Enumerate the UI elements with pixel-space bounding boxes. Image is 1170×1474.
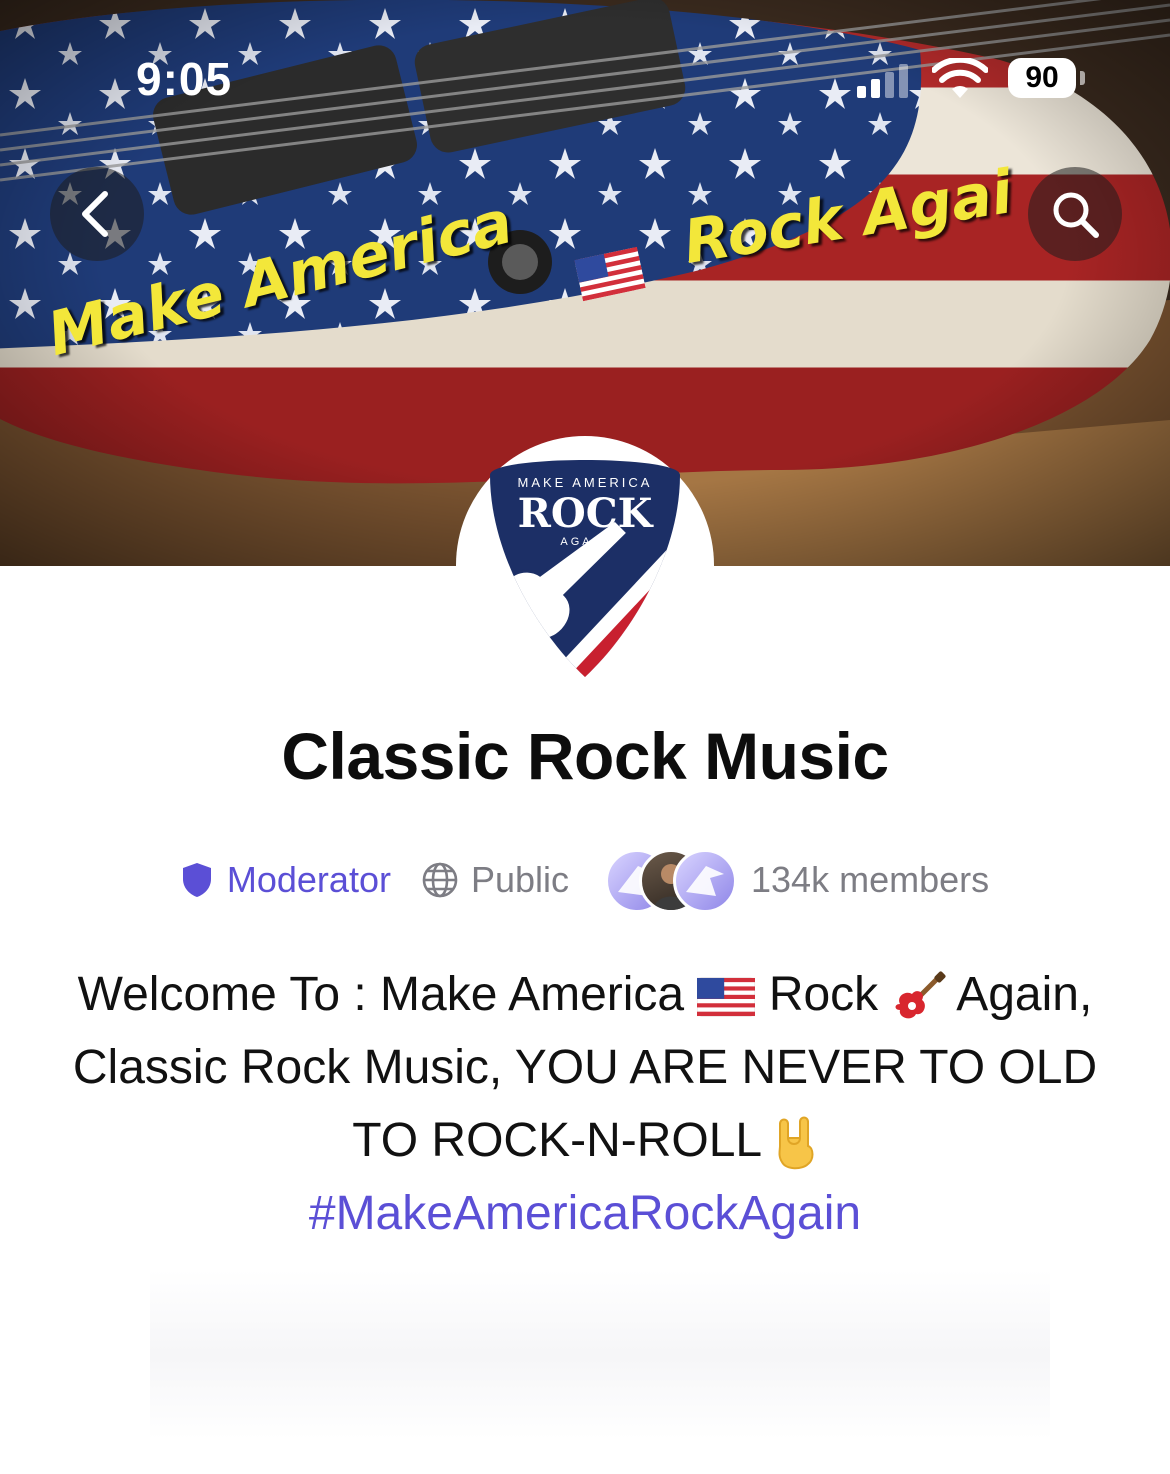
group-avatar[interactable]: MAKE AMERICA ROCK AGAIN bbox=[456, 436, 714, 694]
search-icon bbox=[1053, 192, 1099, 238]
back-button[interactable] bbox=[50, 167, 144, 261]
status-time: 9:05 bbox=[136, 53, 233, 105]
visibility-badge: Public bbox=[421, 859, 569, 901]
description-text-2: Rock bbox=[768, 968, 879, 1021]
moderator-label: Moderator bbox=[226, 859, 391, 900]
shield-icon bbox=[182, 863, 211, 897]
moderator-badge[interactable]: Moderator bbox=[181, 859, 391, 901]
description-text-1: Welcome To : Make America bbox=[77, 968, 685, 1021]
member-avatar bbox=[673, 849, 738, 913]
cellular-signal-icon bbox=[857, 64, 908, 98]
loading-placeholder bbox=[150, 1270, 1050, 1440]
search-button[interactable] bbox=[1028, 167, 1122, 261]
member-avatars bbox=[605, 849, 738, 913]
members-count: 134k members bbox=[751, 859, 990, 900]
hashtag-link[interactable]: #MakeAmericaRockAgain bbox=[309, 1187, 861, 1240]
members-summary[interactable]: 134k members bbox=[599, 849, 990, 913]
logo-bottom-text: AGAIN bbox=[560, 536, 609, 548]
make-america-rock-again-logo: MAKE AMERICA ROCK AGAIN bbox=[490, 460, 680, 677]
battery-indicator: 90 bbox=[1008, 58, 1076, 98]
globe-icon bbox=[422, 862, 458, 898]
eagle-icon bbox=[686, 866, 725, 896]
us-flag-emoji bbox=[697, 977, 756, 1017]
group-meta-row: Moderator Public 134k members bbox=[0, 848, 1170, 913]
group-description: Welcome To : Make America Rock Again, Cl… bbox=[40, 958, 1130, 1250]
wifi-icon bbox=[932, 58, 988, 98]
logo-main-text: ROCK bbox=[518, 490, 654, 537]
logo-top-text: MAKE AMERICA bbox=[518, 475, 653, 490]
guitar-emoji bbox=[895, 971, 946, 1019]
rock-hand-emoji bbox=[778, 1116, 814, 1170]
battery-nub bbox=[1080, 71, 1085, 85]
chevron-left-icon bbox=[82, 191, 108, 237]
group-title: Classic Rock Music bbox=[281, 719, 889, 793]
visibility-label: Public bbox=[470, 859, 570, 900]
